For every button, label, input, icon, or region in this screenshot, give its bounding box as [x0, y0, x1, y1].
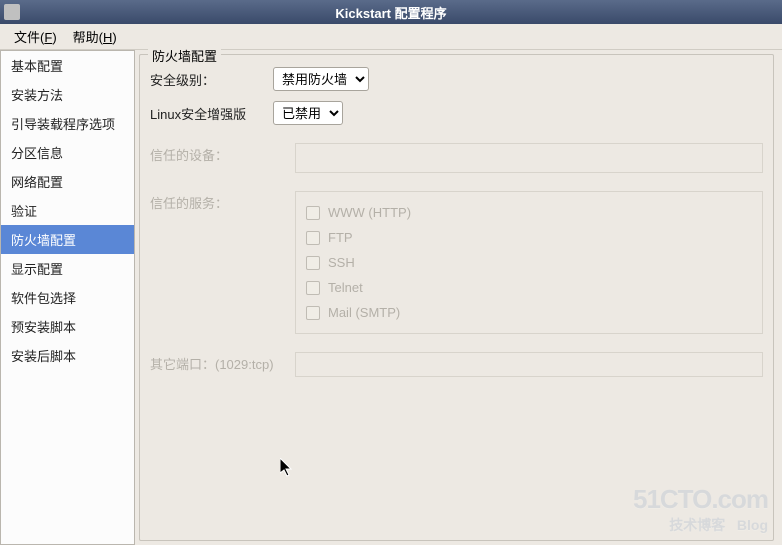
sidebar-item-preinstall[interactable]: 预安装脚本	[1, 312, 134, 341]
security-level-select[interactable]: 禁用防火墙	[273, 67, 369, 91]
trusted-devices-box	[295, 143, 763, 173]
sidebar: 基本配置 安装方法 引导装载程序选项 分区信息 网络配置 验证 防火墙配置 显示…	[0, 50, 135, 545]
trusted-services-label: 信任的服务：	[150, 191, 295, 212]
sidebar-item-display[interactable]: 显示配置	[1, 254, 134, 283]
window-titlebar: Kickstart 配置程序	[0, 0, 782, 24]
sidebar-item-network[interactable]: 网络配置	[1, 167, 134, 196]
sidebar-item-bootloader[interactable]: 引导装载程序选项	[1, 109, 134, 138]
service-ssh-checkbox	[306, 256, 320, 270]
service-www-label: WWW (HTTP)	[328, 205, 411, 220]
menu-file[interactable]: 文件(F)	[6, 24, 65, 49]
service-ssh-label: SSH	[328, 255, 355, 270]
service-ftp-label: FTP	[328, 230, 353, 245]
service-www-checkbox	[306, 206, 320, 220]
other-ports-label: 其它端口：(1029:tcp)	[150, 352, 295, 373]
selinux-label: Linux安全增强版	[150, 104, 265, 123]
service-telnet-checkbox	[306, 281, 320, 295]
firewall-groupbox: 防火墙配置 安全级别： 禁用防火墙 Linux安全增强版 已禁用 信任的设备： …	[139, 54, 774, 541]
menubar: 文件(F) 帮助(H)	[0, 24, 782, 50]
sidebar-item-install[interactable]: 安装方法	[1, 80, 134, 109]
other-ports-input	[295, 352, 763, 377]
sidebar-item-firewall[interactable]: 防火墙配置	[1, 225, 134, 254]
sidebar-item-packages[interactable]: 软件包选择	[1, 283, 134, 312]
service-ftp-checkbox	[306, 231, 320, 245]
service-telnet-label: Telnet	[328, 280, 363, 295]
service-mail-label: Mail (SMTP)	[328, 305, 400, 320]
sidebar-item-basic[interactable]: 基本配置	[1, 51, 134, 80]
service-mail-checkbox	[306, 306, 320, 320]
selinux-select[interactable]: 已禁用	[273, 101, 343, 125]
sidebar-item-postinstall[interactable]: 安装后脚本	[1, 341, 134, 370]
groupbox-title: 防火墙配置	[148, 46, 221, 65]
trusted-devices-label: 信任的设备：	[150, 143, 295, 164]
sidebar-item-auth[interactable]: 验证	[1, 196, 134, 225]
sidebar-item-partition[interactable]: 分区信息	[1, 138, 134, 167]
menu-help[interactable]: 帮助(H)	[65, 24, 125, 49]
security-level-label: 安全级别：	[150, 70, 265, 89]
trusted-services-box: WWW (HTTP) FTP SSH Telnet Mail (SMTP)	[295, 191, 763, 334]
app-icon	[4, 4, 20, 20]
window-title: Kickstart 配置程序	[335, 3, 446, 22]
